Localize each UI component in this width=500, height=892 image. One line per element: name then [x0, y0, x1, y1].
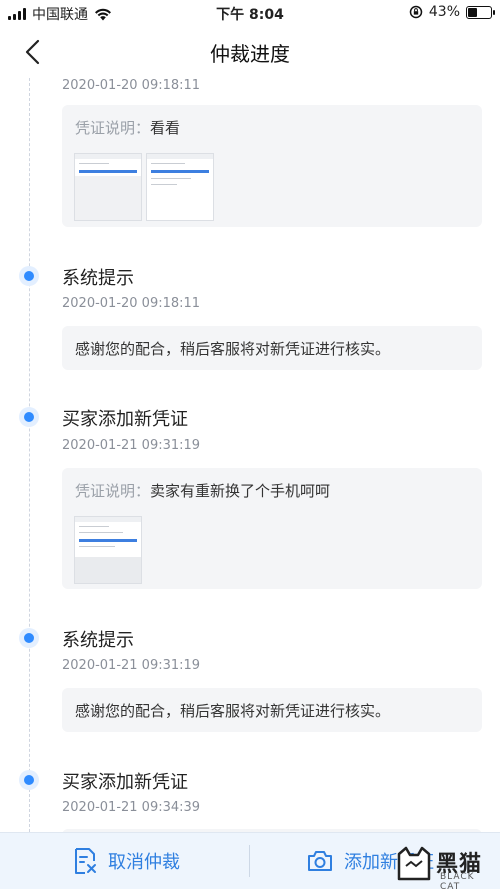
entry-time: 2020-01-21 09:31:19 — [62, 658, 201, 673]
timeline-dot-icon — [19, 407, 39, 427]
entry-title: 系统提示 — [62, 630, 134, 651]
cancel-arbitration-button[interactable]: 取消仲裁 — [72, 833, 180, 889]
message-text: 感谢您的配合，稍后客服将对新凭证进行核实。 — [75, 702, 391, 720]
camera-icon — [308, 851, 332, 871]
entry-title: 系统提示 — [62, 268, 134, 289]
evidence-text: 看看 — [150, 119, 181, 137]
timeline-dot-icon — [19, 770, 39, 790]
entry-time: 2020-01-21 09:31:19 — [62, 438, 201, 453]
evidence-card: 凭证说明：看看 — [62, 105, 482, 227]
entry-time: 2020-01-20 09:18:11 — [62, 78, 201, 93]
evidence-label: 凭证说明： — [75, 119, 151, 137]
message-card: 感谢您的配合，稍后客服将对新凭证进行核实。 — [62, 688, 482, 732]
evidence-description: 凭证说明：看看 — [75, 117, 180, 138]
evidence-card: 凭证说明：卖家有重新换了个手机呵呵 — [62, 468, 482, 589]
cancel-arbitration-label: 取消仲裁 — [108, 852, 180, 873]
evidence-image[interactable] — [74, 516, 142, 584]
entry-time: 2020-01-21 09:34:39 — [62, 800, 201, 815]
evidence-image[interactable] — [74, 153, 142, 221]
rotation-lock-icon — [409, 5, 423, 19]
evidence-description: 凭证说明：卖家有重新换了个手机呵呵 — [75, 480, 330, 501]
timeline-line — [29, 78, 30, 832]
evidence-image[interactable] — [146, 153, 214, 221]
battery-icon — [466, 5, 495, 19]
entry-time: 2020-01-20 09:18:11 — [62, 296, 201, 311]
timeline[interactable]: 2020-01-20 09:18:11 凭证说明：看看 系统提示 2020-01… — [0, 78, 500, 832]
bottom-action-bar: 取消仲裁 添加新凭证 — [0, 832, 500, 889]
battery-percent: 43% — [428, 4, 460, 20]
status-right: 43% — [409, 4, 495, 20]
message-text: 感谢您的配合，稍后客服将对新凭证进行核实。 — [75, 340, 391, 358]
cancel-document-icon — [75, 848, 96, 874]
bottom-divider — [249, 845, 250, 877]
evidence-text: 卖家有重新换了个手机呵呵 — [150, 482, 331, 500]
entry-title: 买家添加新凭证 — [62, 772, 188, 793]
page-title: 仲裁进度 — [210, 42, 290, 66]
evidence-label: 凭证说明： — [75, 482, 151, 500]
timeline-dot-icon — [19, 628, 39, 648]
entry-title: 买家添加新凭证 — [62, 409, 188, 430]
add-evidence-button[interactable]: 添加新凭证 — [306, 833, 434, 889]
status-bar: 中国联通 下午 8:04 43% — [0, 0, 500, 26]
timeline-dot-icon — [19, 266, 39, 286]
add-evidence-label: 添加新凭证 — [344, 852, 434, 873]
nav-bar: 仲裁进度 — [0, 26, 500, 79]
message-card: 感谢您的配合，稍后客服将对新凭证进行核实。 — [62, 326, 482, 370]
